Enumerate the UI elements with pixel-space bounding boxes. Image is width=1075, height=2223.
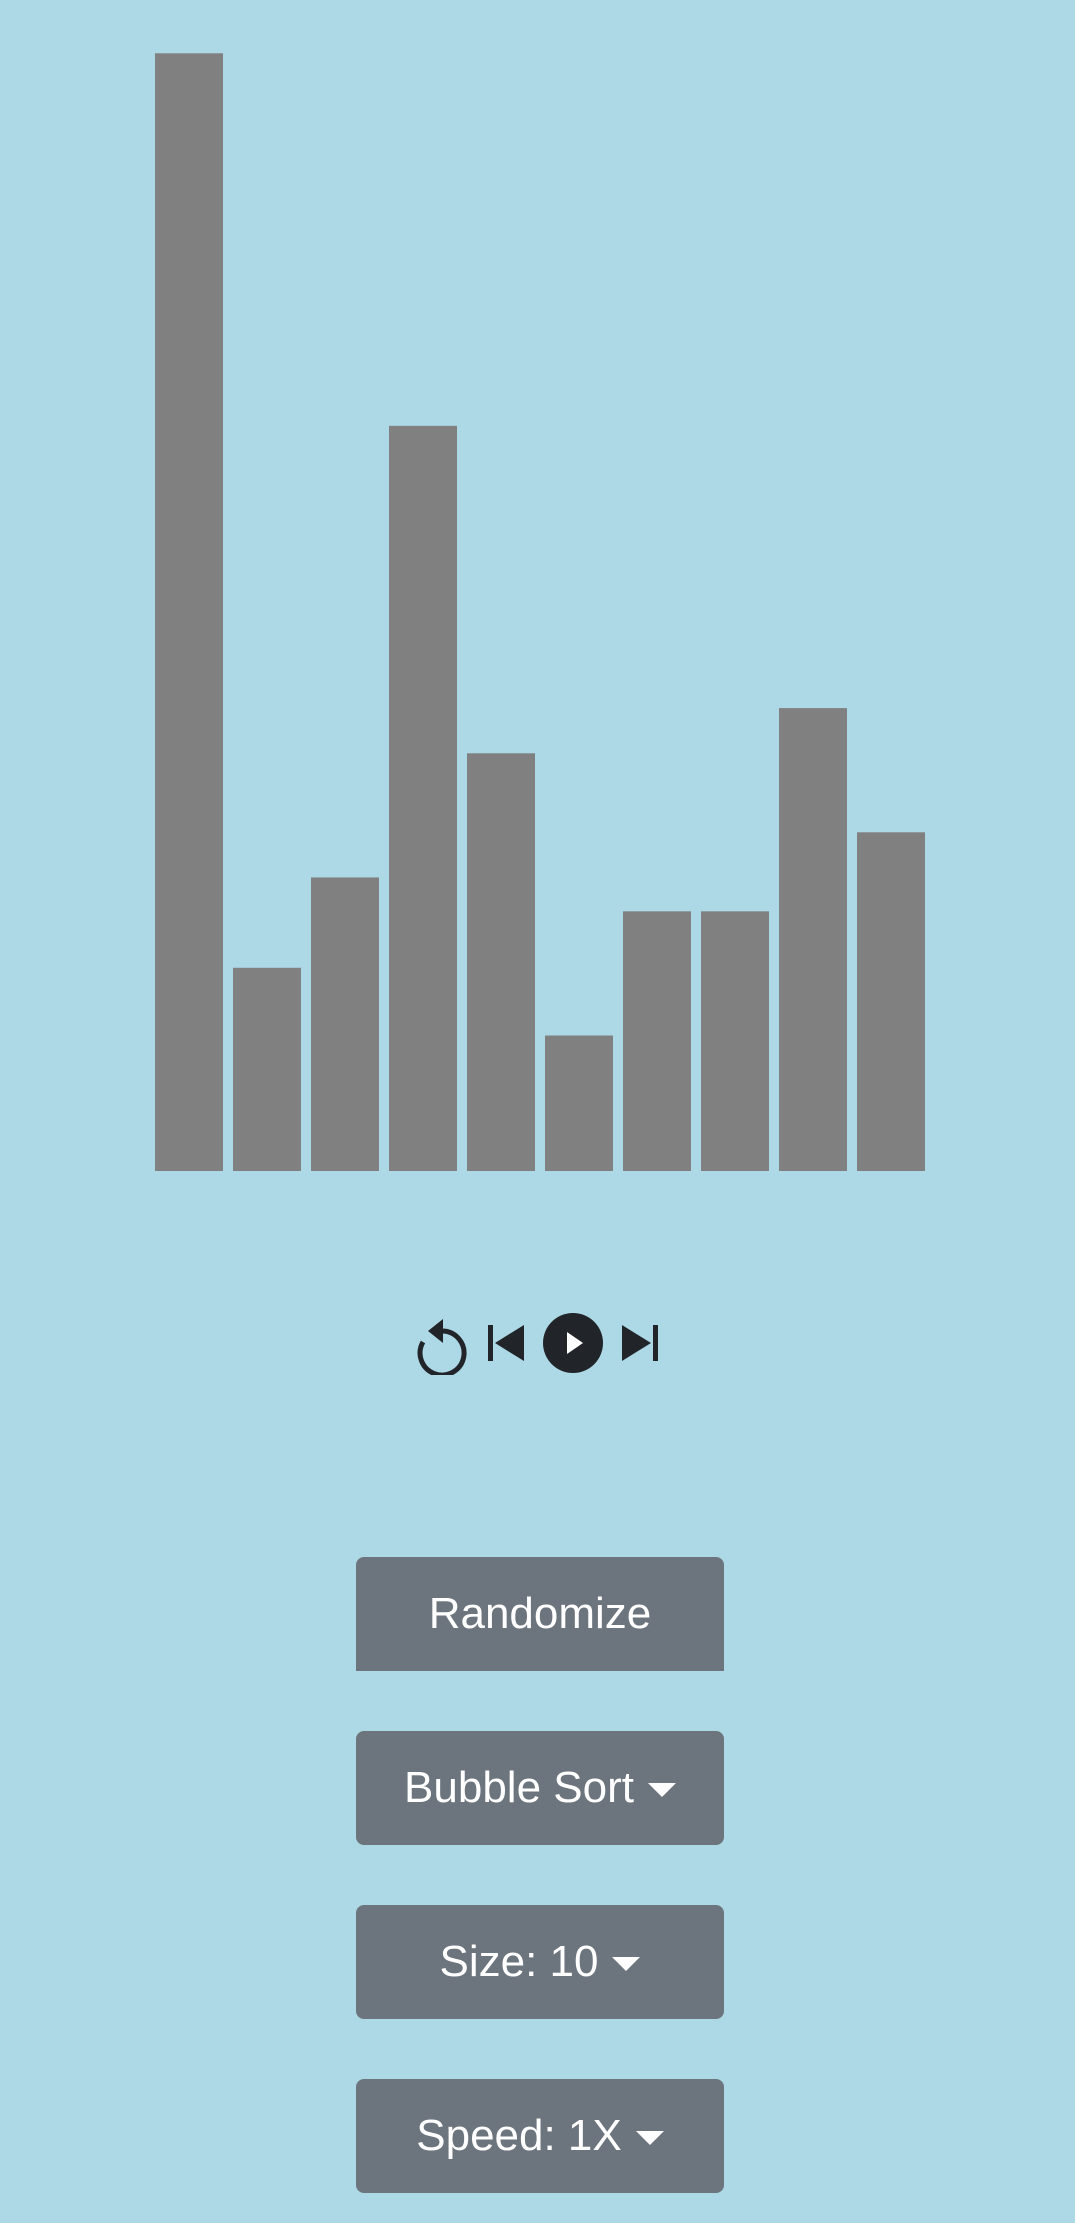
step-forward-button[interactable] — [618, 1321, 662, 1365]
bar-10 — [857, 832, 925, 1171]
step-back-button[interactable] — [484, 1321, 528, 1365]
bar-visualizer — [155, 53, 925, 1171]
bar-4 — [389, 425, 457, 1171]
algorithm-label: Bubble Sort — [404, 1763, 634, 1812]
algorithm-dropdown[interactable]: Bubble Sort — [356, 1731, 724, 1845]
randomize-label: Randomize — [428, 1589, 652, 1638]
play-button[interactable] — [542, 1312, 604, 1374]
size-dropdown[interactable]: Size: 10 — [356, 1905, 724, 2019]
caret-down-icon — [635, 2131, 664, 2145]
bar-8 — [701, 911, 769, 1171]
bar-2 — [233, 967, 301, 1171]
player-controls — [0, 1300, 1075, 1385]
speed-label: Speed: 1X — [416, 2111, 622, 2160]
skip-forward-icon — [621, 1324, 658, 1361]
caret-down-icon — [612, 1957, 641, 1971]
skip-back-icon — [487, 1324, 524, 1361]
bar-6 — [545, 1035, 613, 1171]
bar-1 — [155, 53, 223, 1171]
reset-button[interactable] — [414, 1311, 470, 1375]
caret-down-icon — [647, 1783, 676, 1797]
size-label: Size: 10 — [439, 1937, 599, 1986]
bar-7 — [623, 911, 691, 1171]
bar-3 — [311, 877, 379, 1171]
reset-icon — [417, 1318, 467, 1375]
play-icon — [542, 1312, 603, 1373]
randomize-button[interactable]: Randomize — [356, 1557, 724, 1671]
bar-5 — [467, 753, 535, 1171]
speed-dropdown[interactable]: Speed: 1X — [356, 2079, 724, 2193]
bar-9 — [779, 708, 847, 1171]
